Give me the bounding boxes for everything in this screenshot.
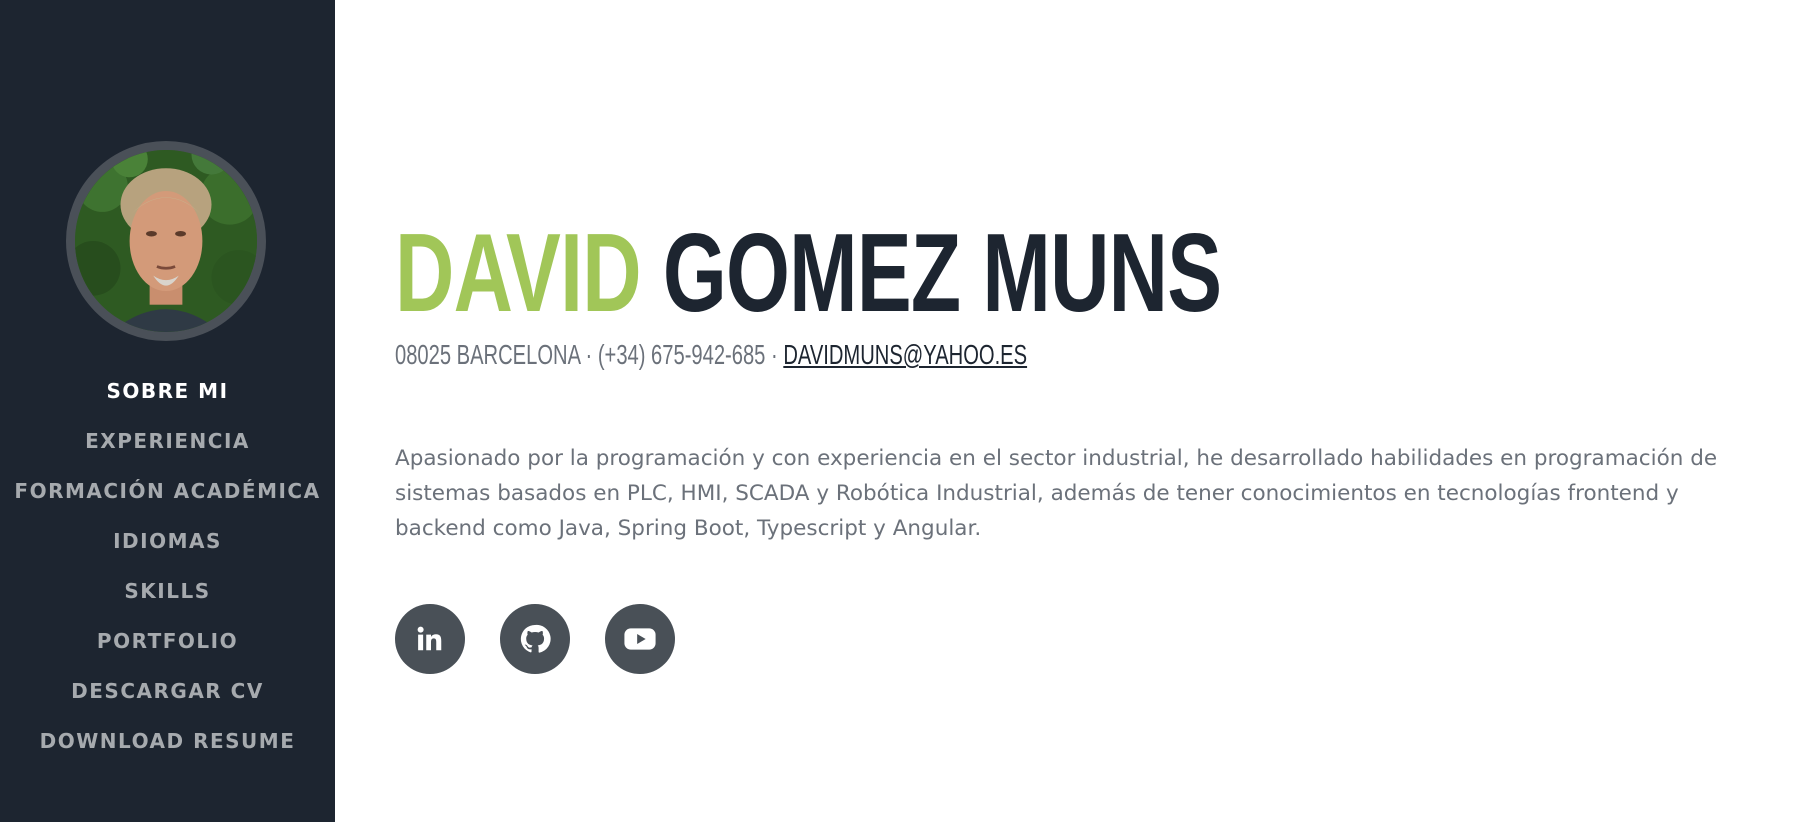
sidebar-item-idiomas[interactable]: IDIOMAS <box>0 516 335 566</box>
linkedin-icon <box>417 626 442 651</box>
sidebar-item-sobre-mi[interactable]: SOBRE MI <box>0 366 335 416</box>
bio-text: Apasionado por la programación y con exp… <box>395 446 1718 541</box>
first-name: DAVID <box>395 211 642 335</box>
sidebar-nav: SOBRE MI EXPERIENCIA FORMACIÓN ACADÉMICA ID… <box>0 366 335 766</box>
sidebar-item-experiencia[interactable]: EXPERIENCIA <box>0 416 335 466</box>
sidebar-item-descargar-cv[interactable]: DESCARGAR CV <box>0 666 335 716</box>
separator: · <box>770 339 778 370</box>
email-link[interactable]: DAVIDMUNS@YAHOO.ES <box>783 339 1027 370</box>
sidebar: SOBRE MI EXPERIENCIA FORMACIÓN ACADÉMICA ID… <box>0 0 335 822</box>
linkedin-button[interactable] <box>395 604 465 674</box>
sidebar-item-portfolio[interactable]: PORTFOLIO <box>0 616 335 666</box>
main-content: DAVID GOMEZ MUNS 08025 BARCELONA · (+34)… <box>395 0 1775 822</box>
profile-avatar <box>66 141 266 341</box>
phone-text: (+34) 675-942-685 <box>597 339 766 370</box>
separator: · <box>585 339 593 370</box>
location-text: 08025 BARCELONA <box>395 339 580 370</box>
youtube-button[interactable] <box>605 604 675 674</box>
social-links <box>395 604 675 674</box>
sidebar-item-skills[interactable]: SKILLS <box>0 566 335 616</box>
contact-line: 08025 BARCELONA · (+34) 675-942-685 · DA… <box>395 341 1027 369</box>
last-name: GOMEZ MUNS <box>662 211 1222 335</box>
page-title: DAVID GOMEZ MUNS <box>395 218 1222 329</box>
sidebar-item-formacion-academica[interactable]: FORMACIÓN ACADÉMICA <box>0 466 335 516</box>
profile-photo <box>75 150 257 332</box>
youtube-icon <box>624 628 656 650</box>
github-icon <box>520 624 551 653</box>
sidebar-item-download-resume[interactable]: DOWNLOAD RESUME <box>0 716 335 766</box>
github-button[interactable] <box>500 604 570 674</box>
